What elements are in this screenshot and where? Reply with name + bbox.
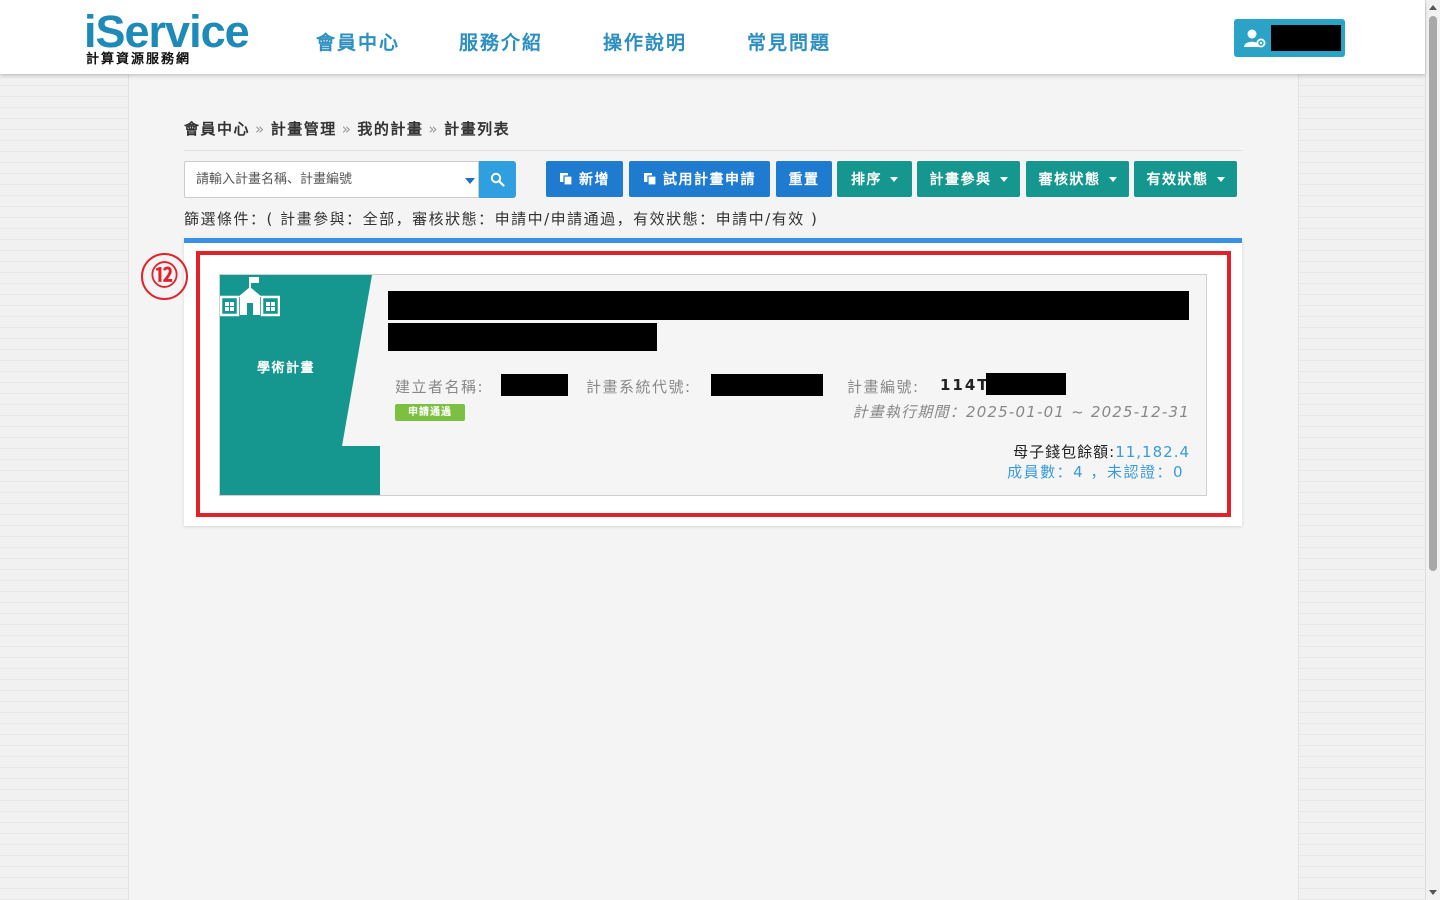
scroll-up-arrow-icon[interactable] [1429, 5, 1437, 10]
scroll-thumb[interactable] [1429, 16, 1437, 571]
add-button-label: 新增 [579, 172, 610, 188]
copy-icon [560, 173, 573, 186]
nav-operation-guide[interactable]: 操作說明 [603, 28, 687, 55]
sort-dropdown[interactable]: 排序 [837, 161, 912, 197]
page-scrollbar[interactable] [1425, 0, 1440, 900]
trial-application-label: 試用計畫申請 [663, 172, 756, 188]
breadcrumb-separator: » [255, 120, 266, 138]
search-input[interactable] [185, 162, 455, 197]
filter-conditions: 篩選條件：( 計畫參與：全部，審核狀態：申請中/申請通過，有效狀態：申請中/有效… [184, 210, 819, 228]
top-header: iService 計算資源服務網 會員中心 服務介紹 操作說明 常見問題 [0, 0, 1425, 74]
valid-status-dropdown-label: 有效狀態 [1146, 172, 1209, 188]
review-status-dropdown[interactable]: 審核狀態 [1026, 161, 1129, 197]
trial-application-button[interactable]: 試用計畫申請 [629, 161, 770, 197]
user-settings-icon [1244, 29, 1266, 48]
user-name-redacted [1271, 25, 1341, 51]
reset-button-label: 重置 [788, 172, 820, 188]
search-icon [490, 172, 505, 187]
caret-down-icon [1216, 176, 1225, 182]
breadcrumb-my-projects[interactable]: 我的計畫 [357, 120, 423, 138]
search-box [184, 161, 479, 198]
participation-dropdown-label: 計畫參與 [929, 172, 992, 188]
breadcrumb-separator: » [428, 120, 440, 138]
caret-down-icon [890, 176, 898, 182]
breadcrumb: 會員中心» 計畫管理» 我的計畫» 計畫列表 [184, 118, 510, 139]
nav-service-intro[interactable]: 服務介紹 [459, 28, 543, 55]
breadcrumb-separator: » [341, 120, 353, 138]
review-status-dropdown-label: 審核狀態 [1038, 172, 1101, 188]
iservice-logo[interactable]: iService 計算資源服務網 [84, 8, 254, 68]
caret-down-icon [999, 176, 1008, 182]
search-button[interactable] [479, 161, 516, 198]
scroll-down-arrow-icon[interactable] [1429, 890, 1437, 895]
header-divider [184, 150, 1242, 151]
logo-subtitle: 計算資源服務網 [86, 52, 192, 67]
breadcrumb-project-list: 計畫列表 [444, 120, 511, 138]
participation-dropdown[interactable]: 計畫參與 [917, 161, 1020, 197]
annotation-marker: ⑫ [141, 253, 188, 300]
add-button[interactable]: 新增 [546, 161, 623, 197]
reset-button[interactable]: 重置 [776, 161, 832, 197]
user-account-button[interactable] [1234, 19, 1345, 57]
breadcrumb-member-center[interactable]: 會員中心 [184, 120, 250, 138]
nav-faq[interactable]: 常見問題 [747, 28, 831, 55]
copy-icon [644, 173, 657, 186]
nav-member-center[interactable]: 會員中心 [316, 28, 400, 55]
breadcrumb-project-management[interactable]: 計畫管理 [271, 120, 337, 138]
valid-status-dropdown[interactable]: 有效狀態 [1134, 161, 1237, 197]
caret-down-icon [1108, 176, 1117, 182]
search-dropdown-caret-icon[interactable] [465, 178, 475, 184]
highlight-box [196, 251, 1231, 517]
sort-dropdown-label: 排序 [851, 172, 882, 188]
